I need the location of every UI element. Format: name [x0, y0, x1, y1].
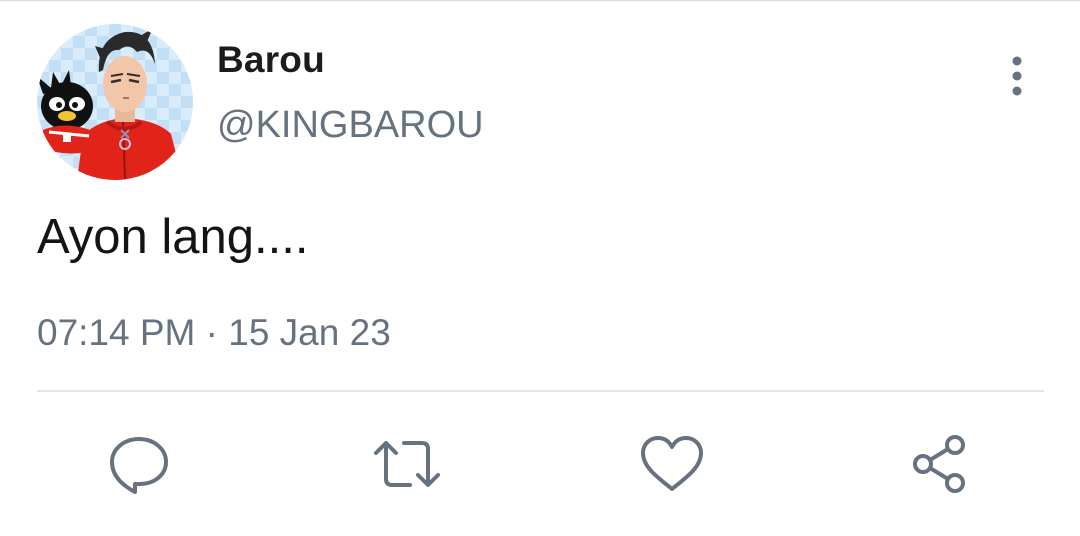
tweet-body-text: Ayon lang.... — [37, 210, 309, 264]
divider — [37, 390, 1044, 392]
tweet-card: Barou @KINGBAROU Ayon lang.... 07:14 PM … — [0, 0, 1080, 536]
display-name[interactable]: Barou — [217, 39, 325, 81]
user-handle[interactable]: @KINGBAROU — [217, 104, 484, 147]
share-nodes-icon — [913, 435, 965, 493]
heart-icon — [641, 436, 703, 491]
tweet-timestamp[interactable]: 07:14 PM · 15 Jan 23 — [37, 312, 391, 354]
retweet-button[interactable] — [372, 429, 442, 499]
more-options-button[interactable] — [1002, 55, 1032, 97]
share-button[interactable] — [905, 429, 975, 499]
more-vertical-icon — [1012, 56, 1022, 96]
comment-bubble-icon — [110, 437, 168, 494]
reply-button[interactable] — [104, 429, 174, 499]
like-button[interactable] — [637, 429, 707, 499]
profile-avatar[interactable] — [37, 24, 193, 180]
avatar-image — [37, 24, 193, 180]
retweet-arrows-icon — [374, 441, 440, 487]
